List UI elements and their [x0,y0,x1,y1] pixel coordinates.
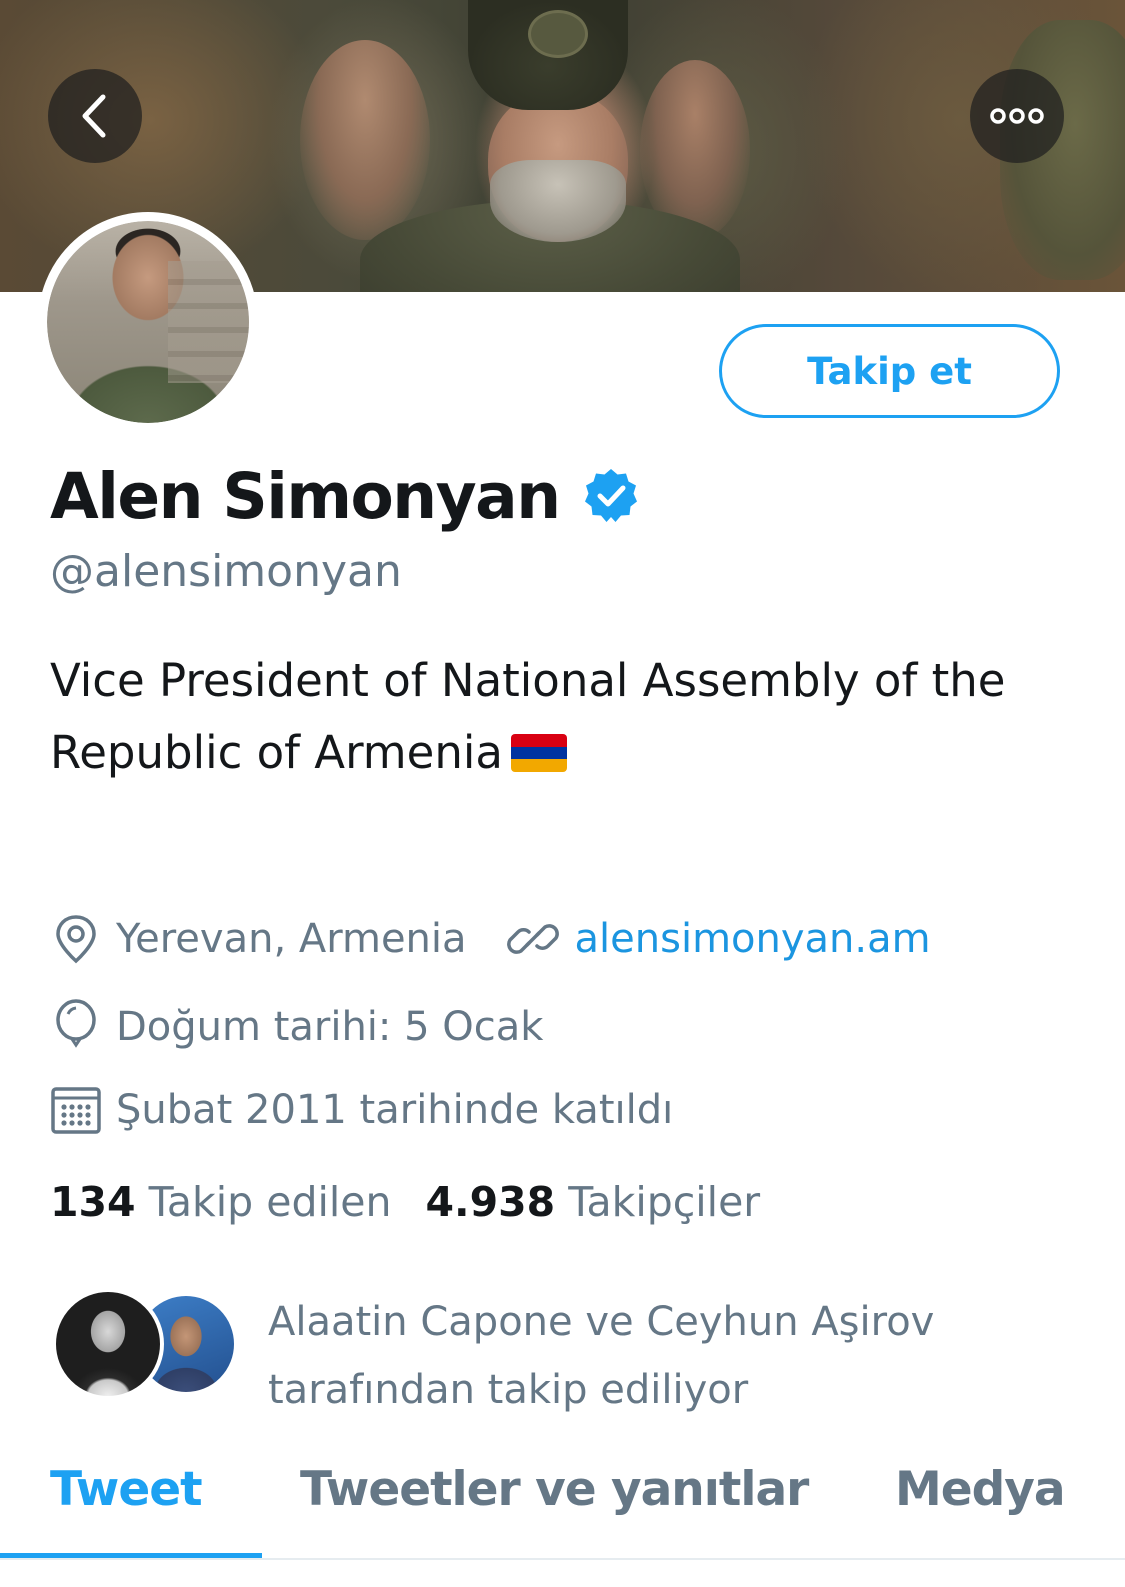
profile-name-row: Alen Simonyan [50,456,640,536]
chevron-left-icon [82,94,106,138]
armenia-flag-icon [510,734,567,772]
followers-count-link[interactable]: 4.938 Takipçiler [425,1178,760,1226]
profile-tabs: Tweet Tweetler ve yanıtlar Medya [0,1448,1125,1558]
followers-label: Takipçiler [568,1178,761,1226]
avatar-image [168,261,249,383]
profile-avatar[interactable] [38,212,258,432]
tabs-divider [0,1558,1125,1560]
follow-button[interactable]: Takip et [719,324,1060,418]
followed-by-line: Alaatin Capone ve Ceyhun Aşirov [268,1299,935,1345]
following-label: Takip edilen [148,1178,392,1226]
location-text: Yerevan, Armenia [116,916,467,962]
profile-handle: @alensimonyan [50,546,402,597]
location-pin-icon [56,915,96,964]
back-button[interactable] [48,69,142,163]
tab-tweets-and-replies[interactable]: Tweetler ve yanıtlar [300,1462,809,1517]
followed-by-line: tarafından takip ediliyor [268,1367,749,1413]
following-count-link[interactable]: 134 Takip edilen [50,1178,391,1226]
calendar-icon [51,1087,101,1134]
link-icon [506,924,559,954]
verified-badge-icon [584,469,637,522]
followed-by-text: Alaatin Capone ve Ceyhun Aşirov tarafınd… [268,1288,934,1424]
profile-name: Alen Simonyan [50,459,561,533]
website-link[interactable]: alensimonyan.am [575,916,931,962]
profile-joined-row: Şubat 2011 tarihinde katıldı [50,1084,673,1136]
more-horizontal-icon [990,108,1044,124]
banner-figure [490,160,626,242]
follower-avatar [52,1288,164,1400]
following-count: 134 [50,1178,136,1226]
tab-media[interactable]: Medya [895,1462,1066,1517]
followers-count: 4.938 [425,1178,556,1226]
profile-birthday-row: Doğum tarihi: 5 Ocak [50,998,543,1056]
tab-tweets[interactable]: Tweet [50,1462,203,1517]
profile-location-row: Yerevan, Armenia alensimonyan.am [50,913,931,965]
profile-bio: Vice President of National Assembly of t… [50,645,1080,789]
followed-by-section[interactable]: Alaatin Capone ve Ceyhun Aşirov tarafınd… [52,1288,1092,1418]
banner-figure [528,10,588,58]
balloon-icon [56,999,96,1048]
joined-text: Şubat 2011 tarihinde katıldı [116,1087,674,1133]
banner-figure [300,40,430,240]
profile-counts: 134 Takip edilen 4.938 Takipçiler [50,1178,794,1226]
more-options-button[interactable] [970,69,1064,163]
birthday-text: Doğum tarihi: 5 Ocak [116,1004,544,1050]
